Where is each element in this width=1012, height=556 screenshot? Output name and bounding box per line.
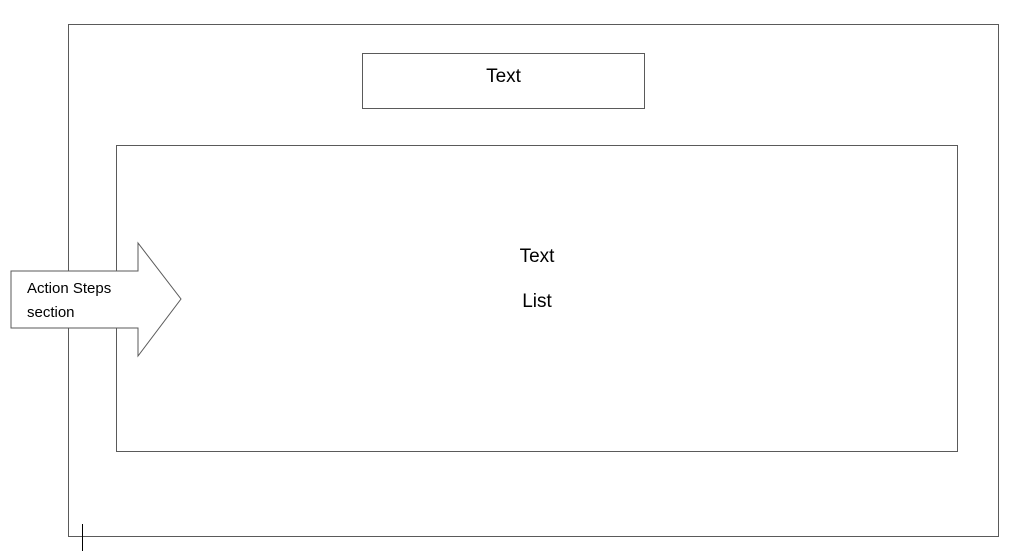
content-text: Text [519, 246, 555, 267]
text-cursor-mark [82, 524, 83, 551]
callout-label-line1: Action Steps [27, 280, 112, 297]
header-text: Text [486, 66, 521, 87]
action-steps-callout: Action Steps section [10, 241, 184, 360]
callout-label-line2: section [27, 304, 75, 321]
header-text-box: Text [362, 53, 645, 109]
content-area-box: Text List [116, 145, 958, 452]
content-list: List [522, 291, 552, 312]
callout-label: Action Steps section [27, 277, 145, 325]
